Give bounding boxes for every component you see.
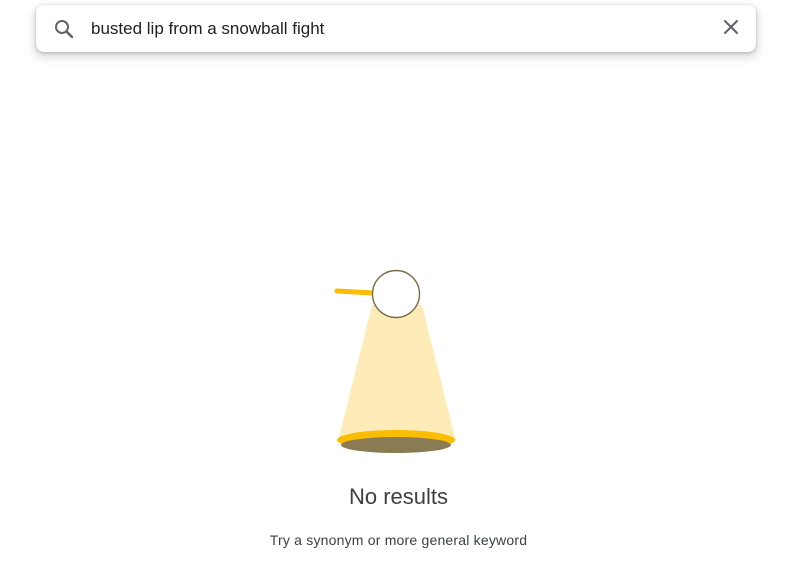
- search-bar: [36, 5, 756, 52]
- search-icon[interactable]: [52, 17, 76, 41]
- search-input[interactable]: [91, 16, 691, 42]
- no-results-title: No results: [348, 484, 449, 509]
- spotlight-illustration: [330, 265, 464, 460]
- no-results-hint: Try a synonym or more general keyword: [269, 532, 528, 548]
- close-icon: [722, 18, 740, 41]
- light-beam: [338, 305, 456, 441]
- spotlight-floor: [341, 437, 451, 453]
- lamp-arm: [334, 288, 377, 296]
- page: No results Try a synonym or more general…: [0, 0, 797, 574]
- clear-search-button[interactable]: [718, 16, 744, 42]
- lamp-head: [371, 269, 421, 319]
